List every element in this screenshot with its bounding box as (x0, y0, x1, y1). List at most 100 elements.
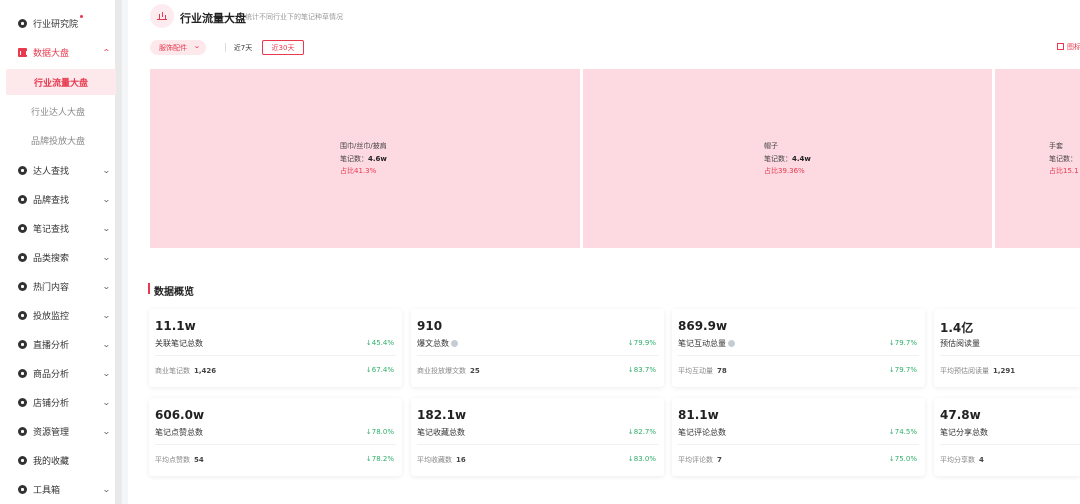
treemap-tile-count-label: 笔记数： (764, 155, 792, 163)
chevron-down-icon: ⌄ (101, 339, 111, 349)
metric-card: 182.1w 笔记收藏总数 ↓82.7% 平均收藏数 16 ↓83.0% (411, 398, 664, 476)
metric-sub-label: 平均点赞数 (155, 456, 190, 464)
info-icon[interactable] (728, 340, 735, 347)
sidebar-item-label: 热门内容 (33, 282, 70, 293)
sidebar-item-data-dashboard[interactable]: 数据大盘 ⌃ (0, 38, 116, 66)
card-divider (940, 444, 1080, 445)
metric-change: ↓74.5% (888, 428, 917, 436)
metric-change: ↓79.9% (627, 339, 656, 347)
metric-sub: 平均评论数 7 (678, 455, 722, 465)
metric-value: 182.1w (417, 408, 467, 422)
chevron-down-icon: ⌄ (101, 368, 111, 378)
range-30-days-button[interactable]: 近30天 (262, 40, 304, 55)
metric-sub-change: ↓67.4% (365, 366, 394, 374)
sidebar-subitem-industry-influencer[interactable]: 行业达人大盘 (0, 98, 116, 124)
metric-sub-value: 4 (979, 456, 984, 464)
section-title: 数据概览 (154, 287, 194, 298)
brand-icon (17, 194, 27, 204)
metric-change: ↓82.7% (627, 428, 656, 436)
store-icon (17, 397, 27, 407)
metric-value: 11.1w (155, 319, 196, 333)
sidebar-item-hot-content[interactable]: 热门内容 ⌄ (0, 272, 116, 300)
card-divider (417, 355, 658, 356)
metric-value: 81.1w (678, 408, 719, 422)
sidebar-item-find-brand[interactable]: 品牌查找 ⌄ (0, 185, 116, 213)
sidebar-item-industry-research[interactable]: 行业研究院 (0, 9, 116, 37)
metric-value: 606.0w (155, 408, 205, 422)
resource-icon (17, 426, 27, 436)
favorite-icon (17, 455, 27, 465)
sidebar-item-toolbox[interactable]: 工具箱 ⌄ (0, 475, 116, 503)
sidebar-subitem-industry-traffic[interactable]: 行业流量大盘 (6, 69, 116, 95)
pen-icon (17, 223, 27, 233)
metric-card: 606.0w 笔记点赞总数 ↓78.0% 平均点赞数 54 ↓78.2% (149, 398, 402, 476)
sidebar-item-live-analysis[interactable]: 直播分析 ⌄ (0, 330, 116, 358)
treemap-tile[interactable]: 帽子 笔记数：4.4w 占比39.36% (583, 69, 992, 248)
monitor-icon (17, 310, 27, 320)
metric-sub-value: 54 (194, 456, 204, 464)
metric-sub: 平均分享数 4 (940, 455, 984, 465)
section-accent-bar (148, 283, 150, 294)
sidebar-item-find-note[interactable]: 笔记查找 ⌄ (0, 214, 116, 242)
sidebar-item-label: 笔记查找 (33, 224, 70, 235)
treemap-tile-count-value: 4.4w (792, 155, 811, 163)
metric-sub-label: 平均预估阅读量 (940, 367, 989, 375)
treemap-tile[interactable]: 围巾/丝巾/披肩 笔记数：4.6w 占比41.3% (150, 69, 580, 248)
chart-toggle-link[interactable]: 图标 (1057, 42, 1080, 52)
sidebar-item-product-analysis[interactable]: 商品分析 ⌄ (0, 359, 116, 387)
info-icon[interactable] (451, 340, 458, 347)
chart-icon (1057, 43, 1064, 50)
circle-icon (17, 18, 27, 28)
range-7-days-button[interactable]: 近7天 (228, 40, 258, 55)
sidebar-item-placement-monitor[interactable]: 投放监控 ⌄ (0, 301, 116, 329)
live-icon (17, 339, 27, 349)
chevron-down-icon: ⌄ (101, 194, 111, 204)
metric-label: 爆文总数 (417, 339, 449, 348)
metric-sub-change: ↓79.7% (888, 366, 917, 374)
traffic-dashboard-icon (150, 4, 174, 28)
chevron-down-icon: ⌄ (101, 252, 111, 262)
treemap-tile[interactable]: 手套 笔记数： 占比15.1 (995, 69, 1080, 248)
metric-sub-label: 平均分享数 (940, 456, 975, 464)
metric-sub: 平均互动量 78 (678, 366, 727, 376)
card-divider (155, 444, 396, 445)
sidebar-item-find-influencer[interactable]: 达人查找 ⌄ (0, 156, 116, 184)
metric-card: 47.8w 笔记分享总数 平均分享数 4 (934, 398, 1080, 476)
metric-sub: 平均预估阅读量 1,291 (940, 366, 1015, 376)
metric-change: ↓79.7% (888, 339, 917, 347)
sidebar-item-my-favorites[interactable]: 我的收藏 (0, 446, 116, 474)
treemap-tile-name: 围巾/丝巾/披肩 (340, 142, 387, 150)
sidebar: 行业研究院 数据大盘 ⌃ 行业流量大盘 行业达人大盘 品牌投放大盘 达人查找 ⌄… (0, 0, 122, 504)
chevron-up-icon: ⌃ (101, 47, 111, 57)
sidebar-item-label: 商品分析 (33, 369, 70, 380)
sidebar-item-label: 达人查找 (33, 166, 70, 177)
treemap-tile-ratio: 占比39.36% (764, 167, 805, 175)
sidebar-item-category-search[interactable]: 品类搜索 ⌄ (0, 243, 116, 271)
chevron-down-icon: ⌄ (193, 42, 201, 50)
metric-sub: 平均点赞数 54 (155, 455, 204, 465)
category-select[interactable]: 服饰配件 ⌄ (150, 40, 206, 55)
treemap-tile-count: 笔记数： (1049, 154, 1077, 164)
card-divider (678, 444, 919, 445)
metric-sub-change: ↓78.2% (365, 455, 394, 463)
metric-label: 笔记分享总数 (940, 428, 988, 437)
card-divider (940, 355, 1080, 356)
product-icon (17, 368, 27, 378)
sidebar-item-label: 店铺分析 (33, 398, 70, 409)
metric-sub-label: 平均收藏数 (417, 456, 452, 464)
treemap-tile-ratio: 占比15.1 (1049, 167, 1079, 175)
metric-card: 81.1w 笔记评论总数 ↓74.5% 平均评论数 7 ↓75.0% (672, 398, 925, 476)
sidebar-subitem-brand-placement[interactable]: 品牌投放大盘 (0, 127, 116, 153)
sidebar-item-label: 行业研究院 (33, 19, 79, 30)
sidebar-item-label: 品类搜索 (33, 253, 70, 264)
metric-sub-value: 16 (456, 456, 466, 464)
treemap-tile-count-label: 笔记数： (340, 155, 368, 163)
metric-sub-change: ↓75.0% (888, 455, 917, 463)
sidebar-item-label: 我的收藏 (33, 456, 70, 467)
sidebar-item-store-analysis[interactable]: 店铺分析 ⌄ (0, 388, 116, 416)
sidebar-item-resource-management[interactable]: 资源管理 ⌄ (0, 417, 116, 445)
sidebar-item-label: 资源管理 (33, 427, 70, 438)
page-title: 行业流量大盘 (180, 12, 246, 25)
sidebar-item-label: 数据大盘 (33, 48, 70, 59)
metric-sub-value: 1,291 (993, 367, 1016, 375)
